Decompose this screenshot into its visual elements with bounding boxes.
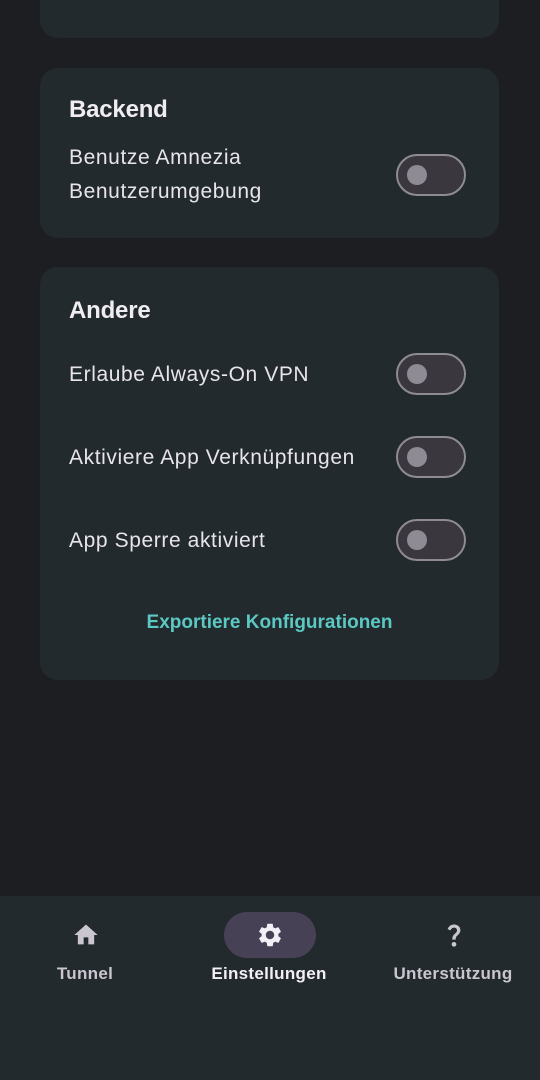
amnezia-userspace-label: Benutze Amnezia Benutzerumgebung (69, 141, 262, 209)
always-on-vpn-label: Erlaube Always-On VPN (69, 363, 310, 386)
export-configurations-button[interactable]: Exportiere Konfigurationen (40, 612, 499, 634)
amnezia-userspace-label-line2: Benutzerumgebung (69, 180, 262, 203)
other-section-title: Andere (69, 297, 151, 324)
gear-icon (259, 923, 281, 947)
app-shortcuts-label: Aktiviere App Verknüpfungen (69, 446, 355, 469)
nav-item-support[interactable]: Unterstützung (363, 912, 540, 992)
amnezia-userspace-label-line1: Benutze Amnezia (69, 146, 242, 169)
other-card: Andere Erlaube Always-On VPN Aktiviere A… (40, 267, 499, 680)
app-lock-label: App Sperre aktiviert (69, 529, 266, 552)
toggle-knob (407, 165, 427, 185)
nav-label-support: Unterstützung (393, 964, 513, 983)
app-shortcuts-toggle[interactable] (396, 436, 466, 478)
nav-item-tunnel[interactable]: Tunnel (0, 912, 175, 992)
toggle-knob (407, 530, 427, 550)
backend-section-title: Backend (69, 96, 168, 123)
nav-label-settings: Einstellungen (211, 964, 327, 983)
toggle-knob (407, 447, 427, 467)
bottom-navigation: Tunnel Einstellungen Unterstützung (0, 896, 540, 1080)
always-on-vpn-toggle[interactable] (396, 353, 466, 395)
nav-label-tunnel: Tunnel (56, 964, 114, 983)
question-icon (447, 924, 461, 947)
previous-settings-card (40, 0, 499, 38)
home-icon (74, 924, 98, 945)
app-lock-toggle[interactable] (396, 519, 466, 561)
backend-card: Backend Benutze Amnezia Benutzerumgebung (40, 68, 499, 238)
amnezia-userspace-toggle[interactable] (396, 154, 466, 196)
nav-item-settings[interactable]: Einstellungen (179, 912, 359, 992)
toggle-knob (407, 364, 427, 384)
